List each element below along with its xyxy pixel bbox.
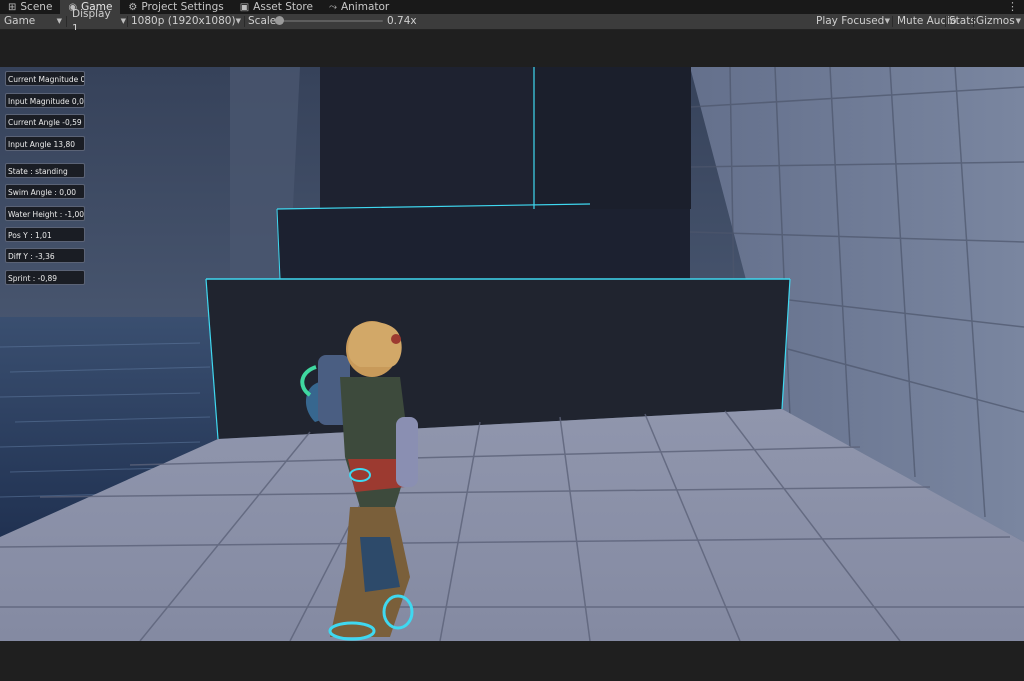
play-mode-dropdown[interactable]: Play Focused ▼ xyxy=(816,14,890,29)
scale-slider-thumb[interactable] xyxy=(275,16,284,25)
resolution-dropdown[interactable]: 1080p (1920x1080) ▼ xyxy=(131,14,241,29)
tab-project-settings[interactable]: ⚙ Project Settings xyxy=(120,0,231,14)
more-options-icon[interactable]: ⋮ xyxy=(1007,0,1018,14)
display-dropdown[interactable]: Display 1 ▼ xyxy=(72,8,126,35)
game-view[interactable]: Current Magnitude 0,00 Input Magnitude 0… xyxy=(0,67,1024,641)
tab-animator[interactable]: ⤳ Animator xyxy=(321,0,397,14)
hud-current-magnitude: Current Magnitude 0,00 xyxy=(5,71,85,86)
animator-icon: ⤳ xyxy=(328,1,337,13)
store-icon: ▣ xyxy=(239,1,250,13)
resolution-dropdown-label: 1080p (1920x1080) xyxy=(131,15,236,27)
back-block-right xyxy=(534,67,691,209)
hud-state: State : standing xyxy=(5,163,85,178)
hud-sprint: Sprint : -0,89 xyxy=(5,270,85,285)
game-toolbar: Game ▼ Display 1 ▼ 1080p (1920x1080) ▼ S… xyxy=(0,8,1024,35)
scale-value: 0.74x xyxy=(387,15,417,27)
game-scene xyxy=(0,67,1024,641)
scale-label: Scale xyxy=(248,15,277,27)
hud-input-angle: Input Angle 13,80 xyxy=(5,136,85,151)
editor-tab-bar: ⊞ Scene ◉ Game ⚙ Project Settings ▣ Asse… xyxy=(0,0,1024,14)
scene-icon: ⊞ xyxy=(8,1,17,13)
chevron-down-icon: ▼ xyxy=(120,17,126,25)
scale-slider-track[interactable] xyxy=(283,20,383,22)
hud-input-magnitude: Input Magnitude 0,00 xyxy=(5,93,85,108)
hud-diff-y: Diff Y : -3,36 xyxy=(5,248,85,263)
gizmos-label: Gizmos xyxy=(976,15,1015,27)
tab-label: Scene xyxy=(20,1,53,13)
gizmos-dropdown[interactable]: Gizmos ▼ xyxy=(976,14,1021,29)
middle-step xyxy=(277,209,690,279)
hud-swim-angle: Swim Angle : 0,00 xyxy=(5,184,85,199)
mode-dropdown[interactable]: Game ▼ xyxy=(4,14,62,29)
tab-label: Project Settings xyxy=(141,1,224,13)
hud-current-angle: Current Angle -0,59 xyxy=(5,114,85,129)
mode-dropdown-label: Game xyxy=(4,15,36,27)
tab-label: Animator xyxy=(340,1,390,13)
hud-pos-y: Pos Y : 1,01 xyxy=(5,227,85,242)
stats-button[interactable]: Stats xyxy=(945,14,980,29)
chevron-down-icon: ▼ xyxy=(56,17,62,25)
chevron-down-icon: ▼ xyxy=(235,17,241,25)
tab-label: Asset Store xyxy=(253,1,313,13)
back-block-left xyxy=(320,67,534,209)
chevron-down-icon: ▼ xyxy=(1015,17,1021,25)
tab-scene[interactable]: ⊞ Scene xyxy=(0,0,60,14)
hud-water-height: Water Height : -1,00 xyxy=(5,206,85,221)
chevron-down-icon: ▼ xyxy=(884,17,890,25)
tab-asset-store[interactable]: ▣ Asset Store xyxy=(232,0,321,14)
play-mode-label: Play Focused xyxy=(816,15,885,27)
gear-icon: ⚙ xyxy=(128,1,138,13)
